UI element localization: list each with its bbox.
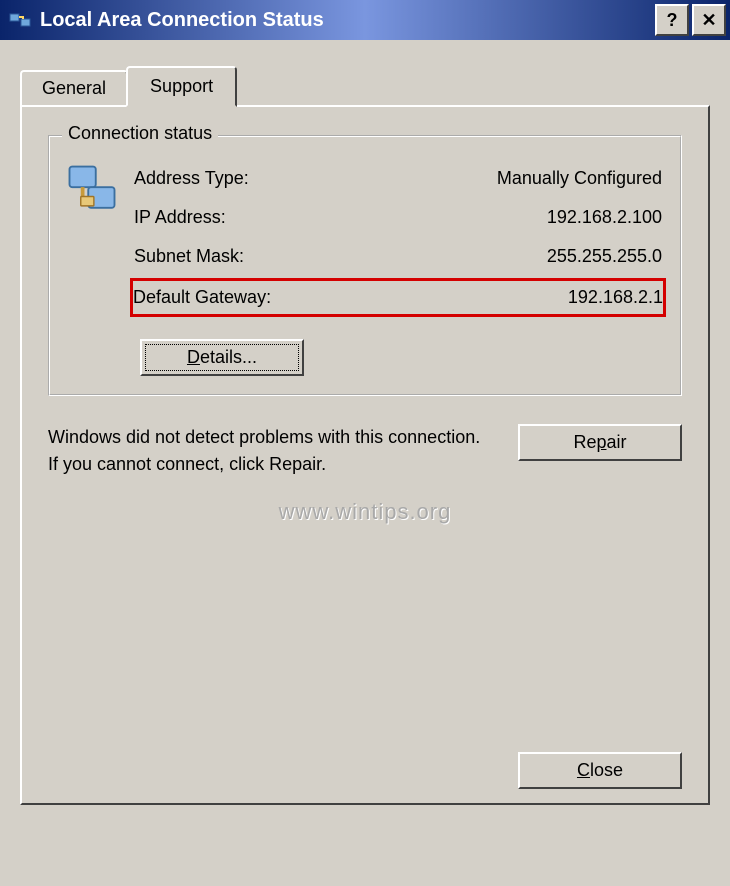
ip-address-value: 192.168.2.100 [547, 207, 662, 228]
help-button[interactable]: ? [655, 4, 689, 36]
help-text: Windows did not detect problems with thi… [48, 424, 488, 478]
default-gateway-label: Default Gateway: [133, 287, 271, 308]
subnet-mask-value: 255.255.255.0 [547, 246, 662, 267]
status-rows: Address Type: Manually Configured IP Add… [132, 159, 664, 319]
repair-button[interactable]: Repair [518, 424, 682, 461]
help-row: Windows did not detect problems with thi… [48, 424, 682, 478]
tab-general[interactable]: General [20, 70, 128, 105]
close-button[interactable]: Close [518, 752, 682, 789]
row-subnet-mask: Subnet Mask: 255.255.255.0 [132, 237, 664, 276]
close-window-button[interactable]: ✕ [692, 4, 726, 36]
ip-address-label: IP Address: [134, 207, 226, 228]
network-icon [62, 159, 132, 319]
row-default-gateway: Default Gateway: 192.168.2.1 [130, 278, 666, 317]
tab-support[interactable]: Support [126, 66, 237, 107]
details-button[interactable]: Details... [140, 339, 304, 376]
row-address-type: Address Type: Manually Configured [132, 159, 664, 198]
subnet-mask-label: Subnet Mask: [134, 246, 244, 267]
connection-status-group: Connection status Address Type: Manually… [48, 135, 682, 396]
group-title: Connection status [62, 123, 218, 144]
address-type-value: Manually Configured [497, 168, 662, 189]
window-title: Local Area Connection Status [40, 9, 652, 32]
window-icon [8, 8, 32, 32]
row-ip-address: IP Address: 192.168.2.100 [132, 198, 664, 237]
title-bar: Local Area Connection Status ? ✕ [0, 0, 730, 40]
watermark-text: www.wintips.org [279, 499, 452, 525]
address-type-label: Address Type: [134, 168, 249, 189]
default-gateway-value: 192.168.2.1 [568, 287, 663, 308]
dialog-client: General Support Connection status Addres… [0, 40, 730, 880]
tab-strip: General Support [20, 66, 722, 105]
tab-panel-support: Connection status Address Type: Manually… [20, 105, 710, 805]
status-body: Address Type: Manually Configured IP Add… [58, 149, 672, 323]
